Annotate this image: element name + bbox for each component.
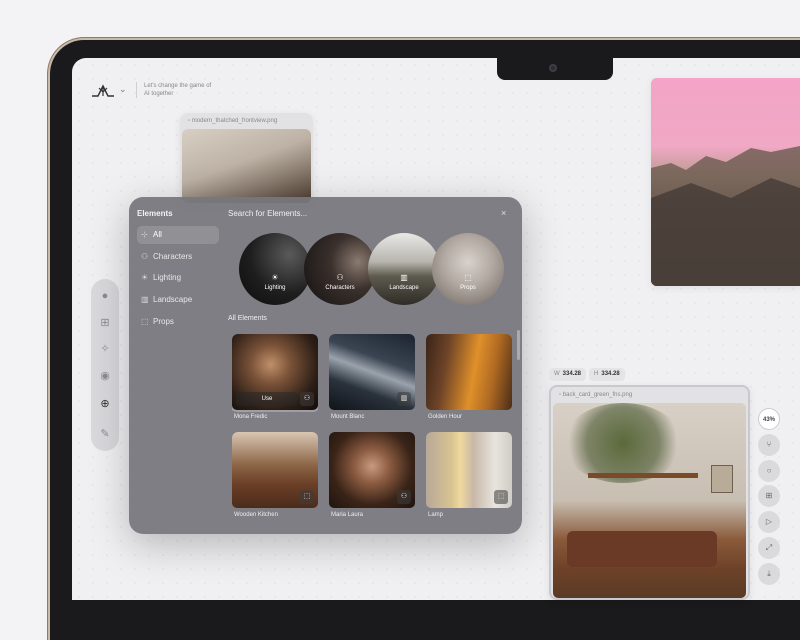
dimension-chips: W 334.28 H 334.28: [549, 368, 625, 381]
scrollbar[interactable]: [517, 330, 520, 360]
category-label: Props: [460, 285, 476, 291]
close-icon[interactable]: ×: [501, 208, 506, 218]
element-image: ⬚: [232, 432, 318, 508]
characters-icon: ⚇: [336, 273, 344, 282]
element-label: Wooden Kitchen: [234, 512, 278, 518]
living-room-image-card[interactable]: back_card_green_fns.png: [549, 385, 750, 600]
sidebar-item-label: All: [153, 230, 162, 239]
width-value: 334.28: [562, 371, 582, 377]
category-props[interactable]: ⬚ Props: [432, 233, 504, 305]
element-label: Golden Hour: [428, 414, 463, 420]
chevron-down-icon[interactable]: ⌄: [119, 84, 127, 95]
element-image: ⬚: [426, 432, 512, 508]
sidebar-item-all[interactable]: ⊹ All: [137, 226, 219, 244]
magic-tool-icon[interactable]: ✧: [98, 342, 112, 356]
sidebar-title: Elements: [137, 209, 173, 218]
sidebar-item-characters[interactable]: ⚇ Characters: [137, 248, 219, 266]
element-image: ⚇: [329, 432, 415, 508]
plant-foliage: [563, 403, 683, 483]
all-icon: ⊹: [141, 230, 148, 239]
element-card[interactable]: ⚇ Maria Laura: [329, 432, 415, 518]
category-lighting[interactable]: ☀ Lighting: [239, 233, 311, 305]
sphere-tool-icon[interactable]: ◉: [98, 369, 112, 383]
circle-tool-icon[interactable]: ○: [758, 460, 780, 482]
lighting-icon: ☀: [271, 273, 279, 282]
category-landscape[interactable]: ▥ Landscape: [368, 233, 440, 305]
element-image: [426, 334, 512, 410]
element-card[interactable]: ▥ Mount Blanc: [329, 334, 415, 420]
sidebar-item-label: Landscape: [153, 295, 193, 304]
left-toolbar: ● ⊞ ✧ ◉ ⊕ ✎: [91, 279, 119, 451]
element-label: Mona Fredic: [234, 414, 268, 420]
category-label: Characters: [325, 285, 355, 291]
zoom-indicator[interactable]: 43%: [758, 408, 780, 430]
width-chip[interactable]: W 334.28: [549, 368, 587, 381]
sidebar-item-landscape[interactable]: ▥ Landscape: [137, 291, 219, 309]
brand-logo-icon[interactable]: [90, 82, 116, 100]
card-image: [553, 403, 746, 598]
characters-icon: ⚇: [397, 490, 411, 504]
branch-icon[interactable]: ⑂: [758, 434, 780, 456]
wall-frame: [711, 465, 733, 493]
sidebar-item-label: Lighting: [153, 273, 182, 282]
card-filename: back_card_green_fns.png: [559, 392, 632, 398]
tagline: Let's change the game of AI together: [144, 83, 212, 97]
use-button[interactable]: Use: [236, 392, 298, 406]
category-characters[interactable]: ⚇ Characters: [304, 233, 376, 305]
characters-icon: ⚇: [141, 252, 149, 261]
category-label: Landscape: [389, 285, 419, 291]
canvas-image-card[interactable]: modern_thatched_frontview.png: [180, 113, 313, 203]
element-card[interactable]: ⬚ Lamp: [426, 432, 512, 518]
sidebar-item-label: Characters: [153, 252, 193, 261]
wall-shelf: [588, 473, 698, 478]
landscape-icon: ▥: [397, 392, 411, 406]
sidebar-item-lighting[interactable]: ☀ Lighting: [137, 269, 219, 287]
landscape-icon: ▥: [141, 295, 149, 304]
landscape-icon: ▥: [400, 273, 408, 282]
card-filename: modern_thatched_frontview.png: [188, 118, 277, 124]
width-label: W: [554, 371, 560, 377]
add-element-icon[interactable]: ⊕: [98, 397, 112, 411]
element-label: Lamp: [428, 512, 444, 518]
search-input[interactable]: Search for Elements...: [228, 209, 307, 218]
height-label: H: [594, 371, 599, 377]
mountain-shape: [651, 146, 800, 286]
mountain-image-card[interactable]: [651, 78, 800, 286]
play-icon[interactable]: ▷: [758, 511, 780, 533]
grid-tool-icon[interactable]: ⊞: [98, 316, 112, 330]
download-icon[interactable]: ⤓: [758, 563, 780, 585]
lighting-icon: ☀: [141, 273, 149, 282]
sofa: [567, 531, 717, 567]
element-card[interactable]: ⬚ Wooden Kitchen: [232, 432, 318, 518]
header-divider: [136, 82, 137, 98]
element-image: ▥: [329, 334, 415, 410]
element-label: Maria Laura: [331, 512, 364, 518]
card-image: [182, 129, 311, 203]
circle-tool-icon[interactable]: ●: [98, 289, 112, 303]
props-icon: ⬚: [300, 490, 314, 504]
all-elements-heading: All Elements: [228, 315, 267, 322]
element-image: Use ⚇: [232, 334, 318, 410]
sidebar-item-label: Props: [153, 317, 174, 326]
element-card[interactable]: Use ⚇ Mona Fredic: [232, 334, 318, 420]
element-card[interactable]: Golden Hour: [426, 334, 512, 420]
props-icon: ⬚: [464, 273, 472, 282]
camera-notch: [497, 58, 613, 80]
props-icon: ⬚: [494, 490, 508, 504]
category-label: Lighting: [264, 285, 286, 291]
props-icon: ⬚: [141, 317, 149, 326]
camera-icon: [549, 64, 557, 72]
characters-icon: ⚇: [300, 392, 314, 406]
grid-tool-icon[interactable]: ⊞: [758, 485, 780, 507]
element-label: Mount Blanc: [331, 414, 365, 420]
height-chip[interactable]: H 334.28: [589, 368, 625, 381]
sidebar-item-props[interactable]: ⬚ Props: [137, 313, 219, 331]
upscale-icon[interactable]: ⤢: [758, 537, 780, 559]
height-value: 334.28: [601, 371, 620, 377]
elements-modal: Elements ⊹ All ⚇ Characters ☀ Lighting ▥ Lan…: [129, 197, 522, 534]
brush-tool-icon[interactable]: ✎: [98, 427, 112, 441]
